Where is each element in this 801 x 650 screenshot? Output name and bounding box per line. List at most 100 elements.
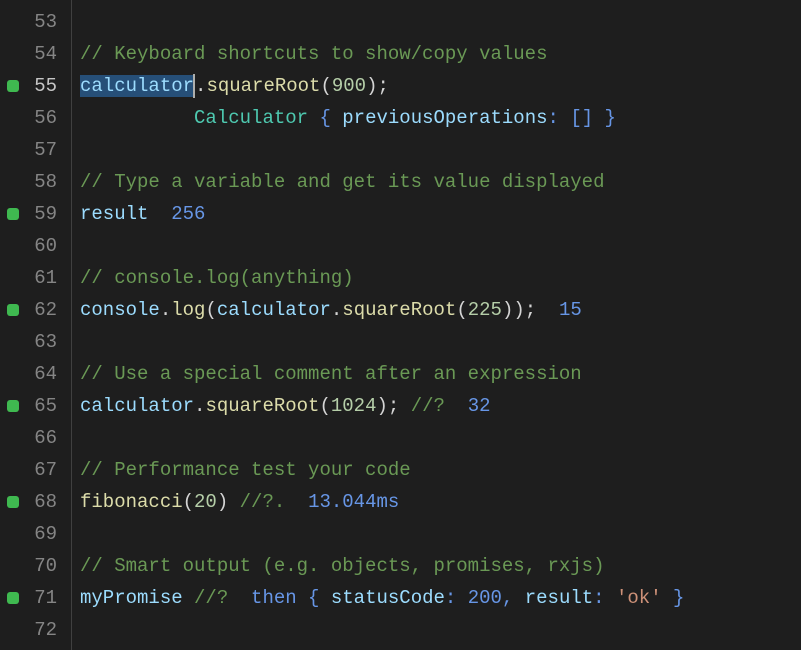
code-line[interactable] xyxy=(80,614,801,646)
line-number: 70 xyxy=(34,555,57,577)
gutter-row[interactable]: 54 xyxy=(0,38,71,70)
code-token: calculator xyxy=(80,395,194,417)
code-token: // Keyboard shortcuts to show/copy value… xyxy=(80,43,547,65)
line-number: 55 xyxy=(34,75,57,97)
code-token: ); xyxy=(376,395,410,417)
code-token: 'ok' xyxy=(616,587,662,609)
code-token: previousOperations xyxy=(342,107,547,129)
code-line[interactable]: myPromise //? then { statusCode: 200, re… xyxy=(80,582,801,614)
line-number: 61 xyxy=(34,267,57,289)
code-token: ( xyxy=(320,75,331,97)
gutter-row[interactable]: 63 xyxy=(0,326,71,358)
gutter-row[interactable]: 62 xyxy=(0,294,71,326)
line-number: 68 xyxy=(34,491,57,513)
code-token xyxy=(148,203,171,225)
gutter-marker-icon[interactable] xyxy=(7,496,19,508)
gutter-marker-icon[interactable] xyxy=(7,208,19,220)
gutter-row[interactable]: 66 xyxy=(0,422,71,454)
code-line[interactable] xyxy=(80,518,801,550)
gutter-marker-icon[interactable] xyxy=(7,80,19,92)
code-token: //?. xyxy=(240,491,308,513)
code-token: { xyxy=(308,107,342,129)
code-token: ( xyxy=(183,491,194,513)
line-number: 53 xyxy=(34,11,57,33)
code-line[interactable]: // Performance test your code xyxy=(80,454,801,486)
gutter-marker-icon[interactable] xyxy=(7,592,19,604)
code-token: ( xyxy=(205,299,216,321)
gutter-row[interactable]: 70 xyxy=(0,550,71,582)
code-editor[interactable]: 53 54 55 5657 58 59 60 61 62 63 64 65 66 67 68 69 70 71 72… xyxy=(0,0,801,650)
code-token: 225 xyxy=(468,299,502,321)
code-line[interactable]: calculator.squareRoot(1024); //? 32 xyxy=(80,390,801,422)
code-line[interactable]: // Type a variable and get its value dis… xyxy=(80,166,801,198)
code-line[interactable]: // Keyboard shortcuts to show/copy value… xyxy=(80,38,801,70)
gutter-row[interactable]: 53 xyxy=(0,6,71,38)
code-token: 13.044ms xyxy=(308,491,399,513)
code-line[interactable] xyxy=(80,230,801,262)
gutter-marker-icon[interactable] xyxy=(7,304,19,316)
line-number: 69 xyxy=(34,523,57,545)
line-number: 64 xyxy=(34,363,57,385)
code-line[interactable]: // Use a special comment after an expres… xyxy=(80,358,801,390)
gutter-row[interactable]: 57 xyxy=(0,134,71,166)
gutter-row[interactable]: 55 xyxy=(0,70,71,102)
code-token: // Smart output (e.g. objects, promises,… xyxy=(80,555,605,577)
code-area[interactable]: // Keyboard shortcuts to show/copy value… xyxy=(72,0,801,650)
code-token: ( xyxy=(456,299,467,321)
code-token: //? xyxy=(411,395,468,417)
code-token: result xyxy=(80,203,148,225)
line-number: 71 xyxy=(34,587,57,609)
gutter-row[interactable]: 71 xyxy=(0,582,71,614)
gutter-row[interactable]: 59 xyxy=(0,198,71,230)
code-token: calculator xyxy=(217,299,331,321)
code-token: myPromise xyxy=(80,587,183,609)
code-token: 32 xyxy=(468,395,491,417)
line-number: 66 xyxy=(34,427,57,449)
code-line[interactable]: // console.log(anything) xyxy=(80,262,801,294)
code-line[interactable]: Calculator { previousOperations: [] } xyxy=(80,102,801,134)
gutter-row[interactable]: 64 xyxy=(0,358,71,390)
code-token: fibonacci xyxy=(80,491,183,513)
gutter-row[interactable]: 68 xyxy=(0,486,71,518)
code-token: Calculator xyxy=(194,107,308,129)
line-number: 58 xyxy=(34,171,57,193)
code-token: squareRoot xyxy=(342,299,456,321)
code-token: // Performance test your code xyxy=(80,459,411,481)
code-line[interactable]: console.log(calculator.squareRoot(225));… xyxy=(80,294,801,326)
gutter-row[interactable]: 56 xyxy=(0,102,71,134)
code-token: 256 xyxy=(171,203,205,225)
gutter-row[interactable]: 67 xyxy=(0,454,71,486)
line-number: 59 xyxy=(34,203,57,225)
code-token: } xyxy=(662,587,685,609)
gutter-row[interactable]: 60 xyxy=(0,230,71,262)
code-token: )); xyxy=(502,299,559,321)
gutter-row[interactable]: 72 xyxy=(0,614,71,646)
code-token: log xyxy=(171,299,205,321)
code-line[interactable] xyxy=(80,422,801,454)
gutter-row[interactable]: 65 xyxy=(0,390,71,422)
code-token: squareRoot xyxy=(205,395,319,417)
code-line[interactable] xyxy=(80,326,801,358)
line-number: 62 xyxy=(34,299,57,321)
code-line[interactable] xyxy=(80,134,801,166)
code-token: , xyxy=(502,587,525,609)
code-token: . xyxy=(195,75,206,97)
code-line[interactable]: // Smart output (e.g. objects, promises,… xyxy=(80,550,801,582)
code-token xyxy=(183,587,194,609)
gutter-row[interactable]: 58 xyxy=(0,166,71,198)
code-token: 900 xyxy=(332,75,366,97)
code-token: ); xyxy=(366,75,389,97)
gutter-row[interactable]: 69 xyxy=(0,518,71,550)
gutter: 53 54 55 5657 58 59 60 61 62 63 64 65 66 67 68 69 70 71 72 xyxy=(0,0,72,650)
code-token xyxy=(80,107,194,129)
gutter-marker-icon[interactable] xyxy=(7,400,19,412)
code-token: ) xyxy=(217,491,240,513)
code-token: : xyxy=(445,587,468,609)
code-line[interactable] xyxy=(80,6,801,38)
gutter-row[interactable]: 61 xyxy=(0,262,71,294)
code-token: 200 xyxy=(468,587,502,609)
code-line[interactable]: calculator.squareRoot(900); xyxy=(80,70,801,102)
code-line[interactable]: result 256 xyxy=(80,198,801,230)
code-line[interactable]: fibonacci(20) //?. 13.044ms xyxy=(80,486,801,518)
line-number: 54 xyxy=(34,43,57,65)
